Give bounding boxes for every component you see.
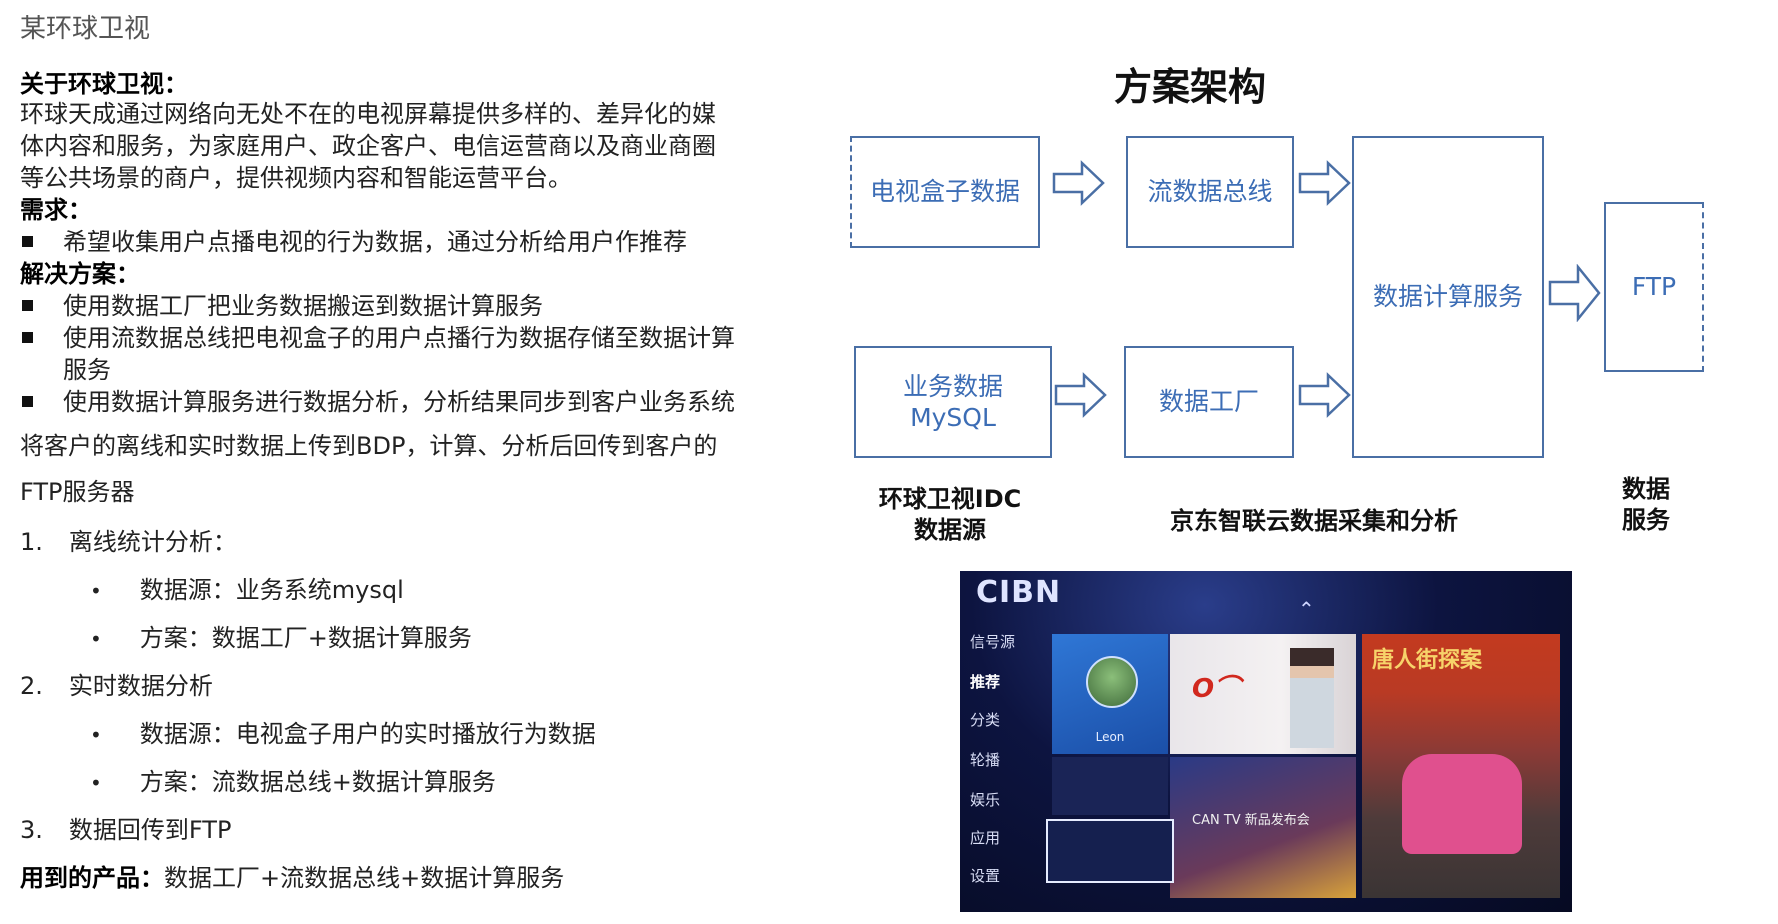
caption-jd-cloud: 京东智联云数据采集和分析 — [1170, 507, 1458, 535]
tv-menu-item: 信号源 — [970, 633, 1016, 651]
movie-title: 唐人街探案 — [1372, 648, 1483, 673]
bullet-square-icon — [22, 299, 33, 311]
caption-idc: 环球卫视IDC 数据源 — [878, 485, 1022, 545]
tv-user-tile: Leon — [1052, 634, 1168, 754]
tv-menu-item: 分类 — [970, 711, 1001, 729]
box-compute-service: 数据计算服务 — [1352, 136, 1544, 458]
arrow-right-icon — [1298, 160, 1351, 206]
arrow-right-icon — [1052, 160, 1105, 206]
poster-tuktuk — [1402, 754, 1522, 854]
tv-menu-item: 设置 — [970, 867, 1001, 885]
diagram-title: 方案架构 — [1114, 65, 1267, 109]
chevron-up-icon: ⌃ — [1298, 597, 1315, 621]
arrow-right-icon — [1548, 264, 1601, 322]
requirement-heading: 需求： — [20, 196, 92, 224]
requirement-item: 希望收集用户点播电视的行为数据，通过分析给用户作推荐 — [22, 222, 687, 257]
bullet-dot-icon: • — [90, 579, 102, 603]
step-1: 1. 离线统计分析： — [20, 528, 237, 556]
step-2-sub: • 数据源：电视盒子用户的实时播放行为数据 — [90, 720, 596, 748]
cibn-logo: CIBN — [976, 575, 1062, 610]
page-title: 某环球卫视 — [20, 14, 151, 44]
avatar — [1086, 656, 1138, 708]
tv-menu-item: 应用 — [970, 829, 1001, 847]
summary-line: 将客户的离线和实时数据上传到BDP，计算、分析后回传到客户的 — [20, 432, 718, 460]
box-ftp: FTP — [1604, 202, 1704, 372]
tv-focused-tile[interactable] — [1046, 819, 1174, 883]
solution-item-continuation: 服务 — [63, 356, 111, 384]
solution-heading: 解决方案： — [20, 260, 140, 288]
box-data-factory: 数据工厂 — [1124, 346, 1294, 458]
bullet-dot-icon: • — [90, 771, 102, 795]
summary-line: FTP服务器 — [20, 478, 135, 506]
tv-event-text: CAN TV 新品发布会 — [1192, 813, 1310, 828]
tv-tile — [1052, 757, 1168, 815]
tv-movie-poster: 唐人街探案 — [1362, 634, 1560, 898]
caption-data-service: 数据 服务 — [1622, 475, 1670, 535]
box-tv-data: 电视盒子数据 — [850, 136, 1040, 248]
about-line: 环球天成通过网络向无处不在的电视屏幕提供多样的、差异化的媒 — [20, 100, 716, 128]
solution-item: 使用数据计算服务进行数据分析，分析结果同步到客户业务系统 — [22, 382, 735, 417]
solution-item: 使用数据工厂把业务数据搬运到数据计算服务 — [22, 286, 543, 321]
tv-user-name: Leon — [1095, 730, 1125, 744]
tv-menu-item: 轮播 — [970, 751, 1001, 769]
box-business-data: 业务数据 MySQL — [854, 346, 1052, 458]
tv-menu-item: 推荐 — [970, 673, 1001, 691]
step-1-sub: • 方案：数据工厂+数据计算服务 — [90, 624, 472, 652]
poster-logo: O⌒ — [1192, 674, 1241, 704]
bullet-square-icon — [22, 331, 33, 343]
tv-event-tile: CAN TV 新品发布会 — [1170, 757, 1356, 898]
bullet-dot-icon: • — [90, 723, 102, 747]
step-2: 2. 实时数据分析 — [20, 672, 213, 700]
bullet-square-icon — [22, 235, 33, 247]
step-1-sub: • 数据源：业务系统mysql — [90, 576, 404, 604]
bullet-square-icon — [22, 395, 33, 407]
products-line: 用到的产品：数据工厂+流数据总线+数据计算服务 — [20, 864, 565, 892]
about-line: 等公共场景的商户，提供视频内容和智能运营平台。 — [20, 164, 572, 192]
arrow-right-icon — [1298, 372, 1351, 418]
tv-poster-tile: O⌒ — [1170, 634, 1356, 754]
step-2-sub: • 方案：流数据总线+数据计算服务 — [90, 768, 496, 796]
about-line: 体内容和服务，为家庭用户、政企客户、电信运营商以及商业商圈 — [20, 132, 716, 160]
bullet-dot-icon: • — [90, 627, 102, 651]
arrow-right-icon — [1054, 372, 1107, 418]
poster-person — [1290, 648, 1334, 748]
step-3: 3. 数据回传到FTP — [20, 816, 232, 844]
box-stream-bus: 流数据总线 — [1126, 136, 1294, 248]
tv-screenshot: CIBN ⌃ 信号源 推荐 分类 轮播 娱乐 应用 设置 Leon O⌒ 唐人街… — [960, 571, 1572, 912]
solution-item: 使用流数据总线把电视盒子的用户点播行为数据存储至数据计算 — [22, 318, 735, 353]
tv-menu-item: 娱乐 — [970, 791, 1001, 809]
